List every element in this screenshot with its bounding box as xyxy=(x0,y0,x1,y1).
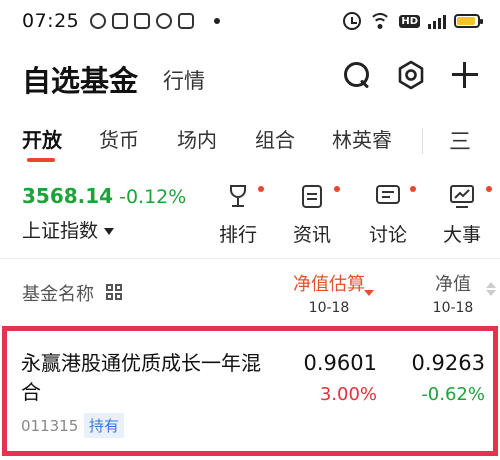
nav-value: 0.9263 xyxy=(411,351,485,375)
estimate-value: 0.9601 xyxy=(303,351,377,375)
fund-name: 永赢港股通优质成长一年混合 xyxy=(21,351,261,404)
grid-view-icon[interactable] xyxy=(105,284,124,302)
fund-list-item[interactable]: 永赢港股通优质成长一年混合 011315 持有 0.9601 3.00% 0.9… xyxy=(2,326,498,456)
sort-desc-icon xyxy=(486,290,496,296)
sort-desc-icon xyxy=(364,290,374,296)
events-badge-dot xyxy=(486,186,492,192)
market-tab[interactable]: 行情 xyxy=(163,65,205,95)
fund-name-header-label: 基金名称 xyxy=(22,284,94,305)
hd-icon: HD xyxy=(399,14,420,28)
sort-asc-icon xyxy=(486,282,496,288)
news-icon xyxy=(299,184,325,210)
estimate-header-date: 10-18 xyxy=(308,300,350,316)
app-header: 自选基金 行情 xyxy=(0,50,500,108)
estimate-change: 3.00% xyxy=(319,384,377,405)
tab-portfolio[interactable]: 组合 xyxy=(255,124,295,153)
category-tabs: 开放 货币 场内 组合 林英睿 三 xyxy=(0,118,500,164)
fund-code: 011315 xyxy=(21,417,79,435)
notification-icons xyxy=(90,13,220,29)
ranking-label: 排行 xyxy=(218,224,257,246)
index-quote: 3568.14 -0.12% xyxy=(22,184,192,208)
index-selector[interactable]: 上证指数 xyxy=(22,216,192,243)
index-change: -0.12% xyxy=(119,186,187,208)
battery-fill xyxy=(457,17,475,25)
holding-badge: 持有 xyxy=(84,413,125,438)
status-bar: 07:25 HD xyxy=(0,0,500,44)
signal-icon xyxy=(428,13,446,29)
wifi-icon xyxy=(369,13,392,29)
chat-bubble-icon xyxy=(375,184,401,210)
events-button[interactable]: 大事 xyxy=(432,184,492,246)
trend-line-icon xyxy=(454,189,470,199)
ranking-badge-dot xyxy=(258,186,264,192)
tab-menu-icon[interactable]: 三 xyxy=(449,124,471,156)
more-notifications-icon xyxy=(214,18,220,24)
tab-custom-group[interactable]: 林英睿 xyxy=(332,124,392,153)
chart-monitor-icon xyxy=(449,184,475,210)
discussion-badge-dot xyxy=(410,186,416,192)
video-app-icon xyxy=(112,13,128,29)
player-app-icon xyxy=(178,13,194,29)
discussion-label: 讨论 xyxy=(368,224,407,246)
ranking-button[interactable]: 排行 xyxy=(208,184,268,246)
nav-header-date: 10-18 xyxy=(432,300,474,316)
chevron-down-icon xyxy=(104,228,115,235)
nav-change: -0.62% xyxy=(421,384,485,405)
tab-open-fund[interactable]: 开放 xyxy=(22,124,62,153)
browser-app-icon xyxy=(90,13,106,29)
tab-money-fund[interactable]: 货币 xyxy=(99,124,139,153)
battery-icon xyxy=(454,14,483,28)
index-name: 上证指数 xyxy=(22,220,99,242)
status-time: 07:25 xyxy=(22,10,80,32)
trophy-icon xyxy=(225,184,251,210)
column-header-estimate[interactable]: 净值估算 10-18 xyxy=(284,270,374,316)
index-widget[interactable]: 3568.14 -0.12% 上证指数 xyxy=(22,184,192,246)
tab-exchange-fund[interactable]: 场内 xyxy=(177,124,217,153)
active-tab-indicator xyxy=(27,158,55,162)
section-divider xyxy=(0,258,500,259)
tab-divider xyxy=(422,128,423,154)
search-icon[interactable] xyxy=(342,60,372,90)
estimate-header-label: 净值估算 xyxy=(293,274,365,295)
settings-icon[interactable] xyxy=(396,60,426,90)
page-title: 自选基金 xyxy=(22,64,139,98)
events-label: 大事 xyxy=(442,224,481,246)
alarm-icon xyxy=(343,12,362,30)
music-app-icon xyxy=(156,13,172,29)
index-value: 3568.14 xyxy=(22,184,114,208)
news-label: 资讯 xyxy=(292,224,331,246)
news-button[interactable]: 资讯 xyxy=(282,184,342,246)
discussion-button[interactable]: 讨论 xyxy=(358,184,418,246)
column-header-fund-name: 基金名称 xyxy=(22,280,124,306)
column-header-nav[interactable]: 净值 10-18 xyxy=(408,270,498,316)
bird-app-icon xyxy=(134,13,150,29)
nav-header-label: 净值 xyxy=(435,274,471,295)
system-status-icons: HD xyxy=(343,12,483,30)
add-icon[interactable] xyxy=(450,60,480,90)
news-badge-dot xyxy=(334,186,340,192)
